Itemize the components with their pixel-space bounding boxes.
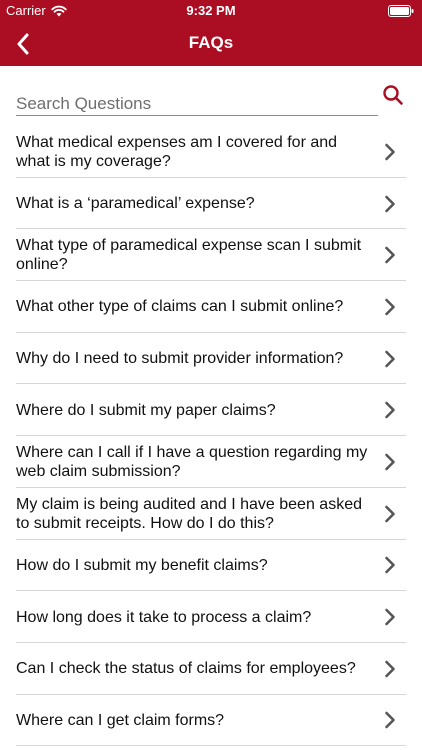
battery-icon bbox=[388, 5, 414, 17]
chevron-right-icon bbox=[385, 401, 395, 419]
faq-item[interactable]: What medical expenses am I covered for a… bbox=[0, 126, 422, 178]
faq-item[interactable]: My claim is being audited and I have bee… bbox=[0, 488, 422, 540]
faq-question: What medical expenses am I covered for a… bbox=[16, 133, 338, 170]
chevron-right-icon bbox=[385, 608, 395, 626]
chevron-right-icon bbox=[385, 660, 395, 678]
chevron-right-icon bbox=[385, 246, 395, 264]
faq-item[interactable]: What is a ‘paramedical’ expense? bbox=[0, 178, 422, 230]
faq-question: How do I submit my benefit claims? bbox=[16, 556, 268, 574]
chevron-right-icon bbox=[385, 143, 395, 161]
chevron-right-icon bbox=[385, 557, 395, 574]
faq-question: What type of paramedical expense scan I … bbox=[16, 237, 362, 274]
faq-item[interactable]: Where can I call if I have a question re… bbox=[0, 436, 422, 488]
faq-question: Where can I call if I have a question re… bbox=[16, 443, 368, 480]
faq-item[interactable]: Can I check the status of claims for emp… bbox=[0, 643, 422, 695]
faq-item[interactable]: Where can I get claim forms? bbox=[0, 695, 422, 747]
faq-item[interactable]: How long does it take to process a claim… bbox=[0, 591, 422, 643]
chevron-right-icon bbox=[385, 453, 395, 471]
status-time: 9:32 PM bbox=[186, 3, 236, 18]
chevron-right-icon bbox=[385, 505, 395, 522]
app-header: Carrier 9:32 PM FAQs bbox=[0, 0, 422, 66]
chevron-right-icon bbox=[385, 350, 395, 367]
faq-list: What medical expenses am I covered for a… bbox=[0, 126, 422, 746]
faq-question: Can I check the status of claims for emp… bbox=[16, 660, 356, 678]
faq-item[interactable]: Where do I submit my paper claims? bbox=[0, 384, 422, 436]
status-bar: Carrier 9:32 PM bbox=[0, 0, 422, 22]
search-bar bbox=[16, 80, 408, 116]
chevron-right-icon bbox=[385, 195, 395, 212]
faq-question: Why do I need to submit provider informa… bbox=[16, 350, 344, 368]
search-input[interactable] bbox=[16, 92, 378, 116]
faq-item[interactable]: Why do I need to submit provider informa… bbox=[0, 333, 422, 385]
faq-question: Where do I submit my paper claims? bbox=[16, 401, 276, 419]
faq-question: How long does it take to process a claim… bbox=[16, 608, 312, 626]
faq-item[interactable]: What type of paramedical expense scan I … bbox=[0, 229, 422, 281]
faq-question: What other type of claims can I submit o… bbox=[16, 298, 344, 316]
page-title: FAQs bbox=[188, 33, 234, 52]
faq-question: What is a ‘paramedical’ expense? bbox=[16, 195, 255, 213]
chevron-right-icon bbox=[385, 298, 395, 316]
faq-item[interactable]: How do I submit my benefit claims? bbox=[0, 540, 422, 592]
faq-question: My claim is being audited and I have bee… bbox=[16, 495, 362, 532]
chevron-right-icon bbox=[385, 712, 395, 729]
nav-bar: FAQs bbox=[0, 22, 422, 66]
faq-item[interactable]: What other type of claims can I submit o… bbox=[0, 281, 422, 333]
search-icon[interactable] bbox=[382, 84, 404, 106]
faq-question: Where can I get claim forms? bbox=[16, 711, 225, 729]
